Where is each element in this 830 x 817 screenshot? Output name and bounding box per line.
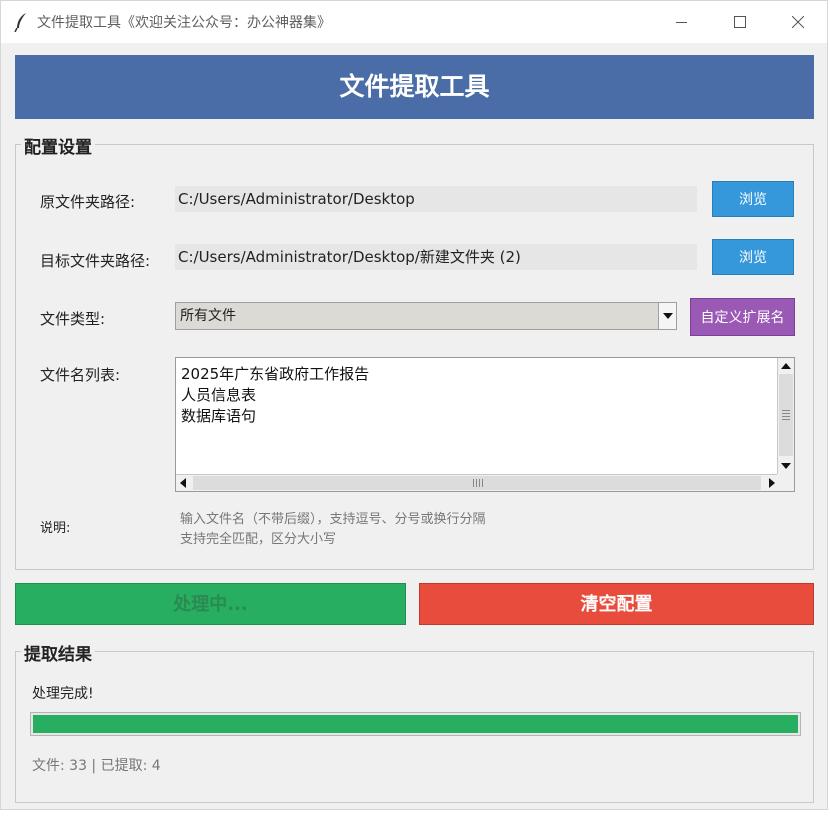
- target-label: 目标文件夹路径:: [40, 252, 151, 270]
- app-window: 文件提取工具《欢迎关注公众号：办公神器集》 文件提取工具 配置设置 原文件夹路径…: [0, 0, 828, 810]
- feather-icon: [14, 13, 26, 32]
- scroll-down-icon[interactable]: [781, 463, 791, 469]
- file-type-label: 文件类型:: [40, 310, 106, 328]
- source-path-field[interactable]: C:/Users/Administrator/Desktop: [175, 186, 697, 212]
- source-label: 原文件夹路径:: [40, 193, 136, 211]
- close-icon[interactable]: [769, 1, 827, 43]
- scroll-corner: [777, 474, 794, 491]
- process-button[interactable]: 处理中...: [15, 583, 406, 625]
- vertical-scroll-thumb[interactable]: [779, 374, 793, 456]
- minimize-icon[interactable]: [653, 1, 711, 43]
- title-bar: 文件提取工具《欢迎关注公众号：办公神器集》: [1, 1, 827, 43]
- status-text: 处理完成!: [32, 686, 94, 702]
- note-line-2: 支持完全匹配，区分大小写: [180, 532, 337, 547]
- file-list-line: 2025年广东省政府工作报告: [181, 365, 370, 383]
- file-list-line: 人员信息表: [181, 386, 257, 404]
- config-group-title: 配置设置: [21, 133, 95, 158]
- stats-text: 文件: 33 | 已提取: 4: [32, 758, 161, 774]
- note-line-1: 输入文件名（不带后缀），支持逗号、分号或换行分隔: [180, 512, 486, 527]
- source-browse-button[interactable]: 浏览: [712, 181, 794, 217]
- scroll-right-icon[interactable]: [769, 478, 775, 488]
- file-type-value: 所有文件: [180, 308, 236, 324]
- file-list-line: 数据库语句: [181, 407, 257, 425]
- config-group: 配置设置 原文件夹路径: C:/Users/Administrator/Desk…: [15, 133, 814, 570]
- note-label: 说明:: [40, 521, 71, 536]
- vertical-scrollbar[interactable]: [777, 358, 794, 474]
- progress-bar: [30, 712, 801, 736]
- window-title: 文件提取工具《欢迎关注公众号：办公神器集》: [37, 15, 331, 31]
- scroll-left-icon[interactable]: [180, 478, 186, 488]
- custom-extension-button[interactable]: 自定义扩展名: [690, 298, 795, 336]
- file-type-select[interactable]: 所有文件: [175, 302, 677, 330]
- maximize-icon[interactable]: [711, 1, 769, 43]
- scroll-up-icon[interactable]: [781, 363, 791, 369]
- app-header: 文件提取工具: [15, 55, 814, 119]
- target-path-field[interactable]: C:/Users/Administrator/Desktop/新建文件夹 (2): [175, 244, 697, 270]
- file-list-label: 文件名列表:: [40, 366, 121, 384]
- result-group-title: 提取结果: [21, 640, 95, 665]
- horizontal-scrollbar[interactable]: [176, 474, 779, 491]
- horizontal-scroll-thumb[interactable]: [193, 476, 761, 490]
- chevron-down-icon[interactable]: [658, 303, 676, 329]
- result-group: 提取结果 处理完成! 文件: 33 | 已提取: 4: [15, 640, 814, 803]
- progress-fill: [33, 715, 798, 733]
- clear-config-button[interactable]: 清空配置: [419, 583, 814, 625]
- target-browse-button[interactable]: 浏览: [712, 239, 794, 275]
- file-list-textarea[interactable]: 2025年广东省政府工作报告 人员信息表 数据库语句: [175, 357, 795, 492]
